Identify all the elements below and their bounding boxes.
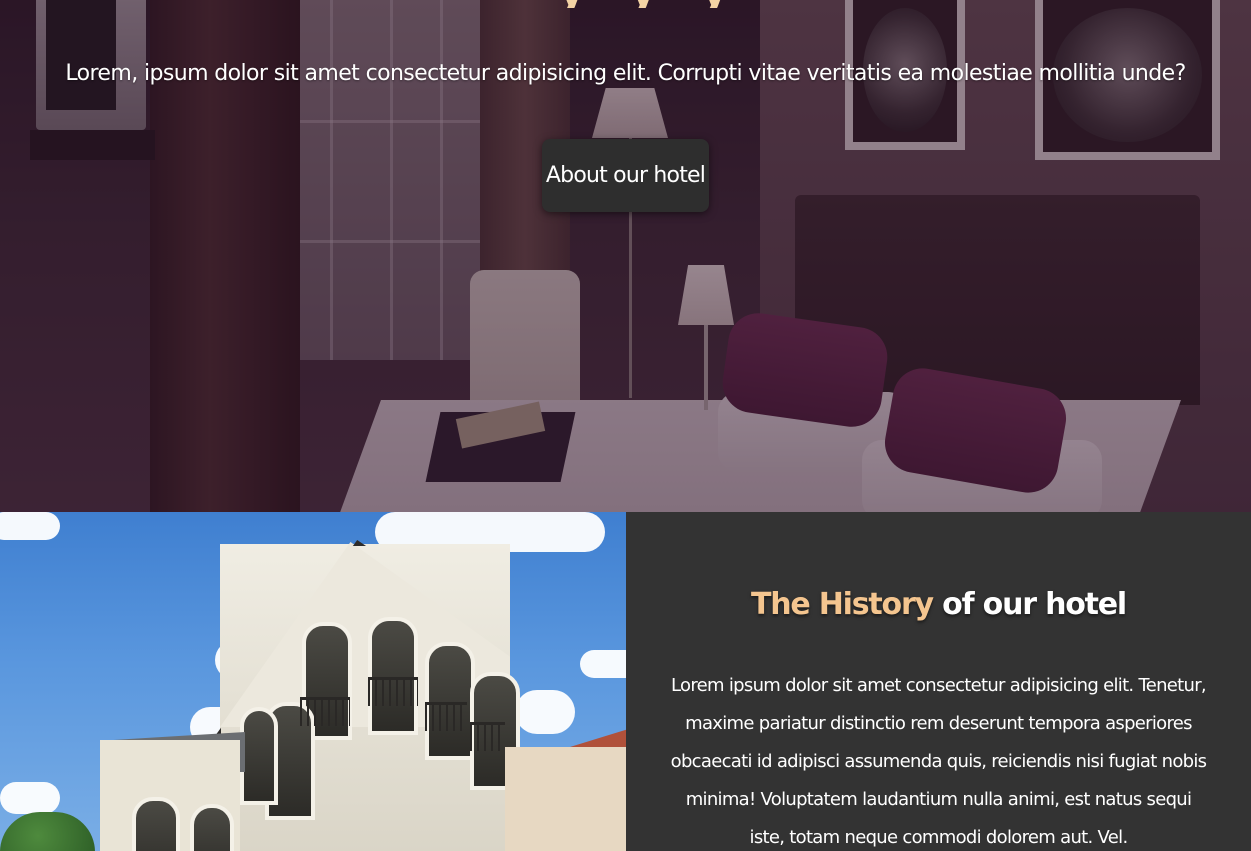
hero-section: y y y Lorem, ipsum dolor sit amet consec… [0,0,1251,512]
hero-title: y y y [470,0,830,8]
history-body: Lorem ipsum dolor sit amet consectetur a… [670,675,1207,848]
hero-content: y y y Lorem, ipsum dolor sit amet consec… [0,0,1251,512]
page: y y y Lorem, ipsum dolor sit amet consec… [0,0,1251,851]
history-title-rest: of our hotel [932,587,1127,622]
history-title: The History of our hotel [626,587,1251,623]
hero-subtitle: Lorem, ipsum dolor sit amet consectetur … [65,61,1186,86]
history-section: The History of our hotel Lorem ipsum dol… [626,512,1251,851]
history-title-accent: The History [750,587,934,622]
about-hotel-button[interactable]: About our hotel [542,139,709,212]
hotel-building-image [0,512,626,851]
